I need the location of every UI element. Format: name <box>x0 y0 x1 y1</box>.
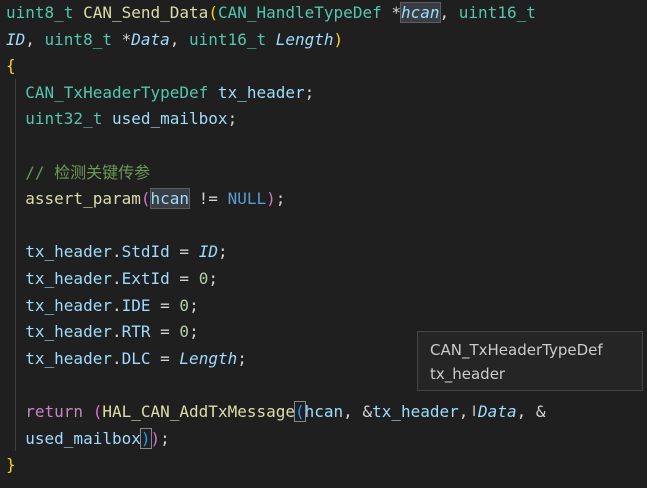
token: = <box>150 348 180 368</box>
code-line-10[interactable]: tx_header.StdId = ID; <box>6 239 545 266</box>
token: tx_header <box>25 268 112 288</box>
token: 0 <box>179 322 190 342</box>
token: CAN_Send_Data <box>83 3 209 22</box>
token: . <box>111 348 122 368</box>
code-line-7[interactable]: // 检测关键传参 <box>6 160 545 187</box>
token-bracket-match: ) <box>139 427 152 449</box>
token: , & <box>343 401 373 421</box>
token: used_mailbox <box>25 428 141 448</box>
token: ) <box>266 189 276 209</box>
code-line-2[interactable]: ID, uint8_t *Data, uint16_t Length) <box>6 27 545 54</box>
token: . <box>111 295 122 315</box>
token: = <box>169 268 199 288</box>
token: ID <box>198 242 218 262</box>
token: , <box>439 3 459 22</box>
token: uint8_t <box>6 3 74 22</box>
token: Data <box>478 401 517 421</box>
token: * <box>381 3 401 22</box>
code-editor[interactable]: uint8_t CAN_Send_Data(CAN_HandleTypeDef … <box>0 0 647 488</box>
token: . <box>111 242 122 262</box>
token: Data <box>131 29 170 49</box>
token: != <box>189 189 228 209</box>
token: = <box>169 242 199 262</box>
code-line-4[interactable]: CAN_TxHeaderTypeDef tx_header; <box>6 80 545 107</box>
token: tx_header <box>208 82 305 102</box>
token: ExtId <box>121 268 170 288</box>
token: 0 <box>198 268 209 288</box>
token: ; <box>227 109 238 129</box>
token: NULL <box>227 189 267 209</box>
token-bracket-match: ( <box>294 400 306 422</box>
token-comment: // 检测关键传参 <box>25 162 151 182</box>
token: ) <box>333 29 344 49</box>
token: assert_param <box>25 189 141 209</box>
token: CAN_TxHeaderTypeDef <box>25 82 209 102</box>
token-highlighted-hcan: hcan <box>399 2 441 23</box>
token: ; <box>237 348 247 368</box>
token: return <box>25 401 84 421</box>
token: * <box>111 29 132 49</box>
token: tx_header <box>25 242 112 262</box>
code-line-11[interactable]: tx_header.ExtId = 0; <box>6 266 545 293</box>
token: ; <box>208 268 218 288</box>
token: CAN_HandleTypeDef <box>217 3 382 22</box>
code-line-6[interactable] <box>6 133 545 160</box>
token: . <box>111 268 122 288</box>
token: uint16_t <box>458 3 536 22</box>
token: tx_header <box>25 322 112 342</box>
token: . <box>111 322 122 342</box>
token: Length <box>266 29 334 49</box>
token: 0 <box>179 295 190 315</box>
token: tx_header <box>25 348 112 368</box>
token: ( <box>208 3 218 22</box>
token: ; <box>304 82 315 102</box>
token: StdId <box>121 242 170 262</box>
code-line-12[interactable]: tx_header.IDE = 0; <box>6 293 545 320</box>
token: IDE <box>121 295 151 315</box>
token: { <box>6 56 16 76</box>
token: uint8_t <box>44 29 112 49</box>
token: } <box>6 455 16 475</box>
token: RTR <box>121 322 151 342</box>
code-line-9[interactable] <box>6 213 545 240</box>
code-line-3[interactable]: { <box>6 53 545 80</box>
token: ; <box>160 428 170 448</box>
token: , <box>25 29 45 49</box>
token: tx_header <box>25 295 112 315</box>
hover-tooltip: CAN_TxHeaderTypeDef tx_header <box>417 331 643 391</box>
token-highlighted-hcan: hcan <box>149 188 191 210</box>
code-line-5[interactable]: uint32_t used_mailbox; <box>6 106 545 133</box>
code-line-1[interactable]: uint8_t CAN_Send_Data(CAN_HandleTypeDef … <box>6 0 545 27</box>
token: ( <box>140 189 151 209</box>
token: uint32_t <box>25 109 103 129</box>
token: uint16_t <box>189 29 267 49</box>
token: = <box>150 322 180 342</box>
token: = <box>150 295 180 315</box>
token: ; <box>189 322 199 342</box>
token: ( <box>92 401 103 421</box>
text-cursor-icon: I <box>472 404 477 420</box>
token: , & <box>516 401 546 421</box>
code-area[interactable]: uint8_t CAN_Send_Data(CAN_HandleTypeDef … <box>6 0 545 479</box>
code-line-17[interactable]: used_mailbox)); <box>6 426 545 453</box>
code-line-16[interactable]: return (HAL_CAN_AddTxMessage(hcan, &tx_h… <box>6 399 545 426</box>
token: used_mailbox <box>102 109 228 129</box>
token: ) <box>150 428 161 448</box>
token: , <box>169 29 190 49</box>
token: hcan <box>304 401 344 421</box>
token: ; <box>189 295 199 315</box>
tooltip-name: tx_header <box>430 365 506 383</box>
token: ; <box>217 242 228 262</box>
token: DLC <box>121 348 151 368</box>
token: Length <box>179 348 238 368</box>
token: ; <box>275 189 286 209</box>
token: HAL_CAN_AddTxMessage <box>102 401 295 421</box>
token: ID <box>6 29 26 49</box>
tooltip-type: CAN_TxHeaderTypeDef <box>430 341 603 359</box>
code-line-18[interactable]: } <box>6 452 545 479</box>
code-line-8[interactable]: assert_param(hcan != NULL); <box>6 186 545 213</box>
token: tx_header <box>372 401 459 421</box>
